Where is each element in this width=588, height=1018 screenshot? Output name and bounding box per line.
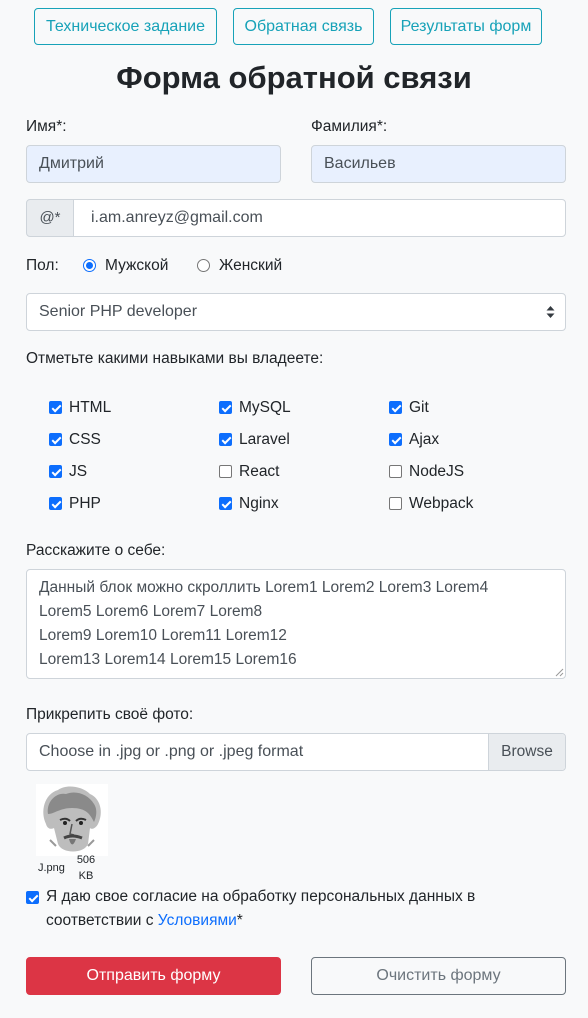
clear-button[interactable]: Очистить форму [311,957,566,995]
skill-php-label[interactable]: PHP [69,495,101,513]
consent-checkbox[interactable] [26,891,39,904]
photo-label: Прикрепить своё фото: [26,706,194,723]
skill-css-label[interactable]: CSS [69,431,101,449]
about-line: Lorem9 Lorem10 Lorem11 Lorem12 [39,627,287,644]
about-line: Lorem13 Lorem14 Lorem15 Lorem16 [39,651,297,668]
photo-file-input[interactable]: Choose in .jpg or .png or .jpeg format B… [26,733,566,771]
skill-git-label[interactable]: Git [409,399,429,417]
first-name-label: Имя*: [26,118,67,135]
about-textarea[interactable]: Данный блок можно скроллить Lorem1 Lorem… [26,569,566,679]
gender-male-label[interactable]: Мужской [105,257,168,275]
photo-file-name: J.png [38,862,65,874]
skill-react-checkbox[interactable] [219,465,232,478]
skill-php-checkbox[interactable] [49,497,62,510]
skill-webpack-label[interactable]: Webpack [409,495,473,513]
skill-nginx-label[interactable]: Nginx [239,495,279,513]
resize-grip-icon[interactable] [554,667,564,677]
last-name-input[interactable]: Васильев [311,145,566,183]
skill-webpack-checkbox[interactable] [389,497,402,510]
first-name-input[interactable]: Дмитрий [26,145,281,183]
about-line: Данный блок можно скроллить Lorem1 Lorem… [39,579,489,596]
gender-label: Пол: [26,257,59,274]
skill-html-label[interactable]: HTML [69,399,111,417]
terms-link[interactable]: Условиями [158,912,237,929]
skill-nginx-checkbox[interactable] [219,497,232,510]
skill-git-checkbox[interactable] [389,401,402,414]
skill-react-label[interactable]: React [239,463,280,481]
skill-laravel-label[interactable]: Laravel [239,431,290,449]
skill-ajax-label[interactable]: Ajax [409,431,439,449]
position-select-value: Senior PHP developer [39,303,198,320]
about-line: Lorem5 Lorem6 Lorem7 Lorem8 [39,603,263,620]
skill-css-checkbox[interactable] [49,433,62,446]
submit-button[interactable]: Отправить форму [26,957,281,995]
feedback-button[interactable]: Обратная связь [233,8,374,45]
results-button[interactable]: Результаты форм [390,8,542,45]
email-prepend: @* [26,199,74,237]
skill-ajax-checkbox[interactable] [389,433,402,446]
photo-placeholder: Choose in .jpg or .png or .jpeg format [39,743,304,760]
skill-html-checkbox[interactable] [49,401,62,414]
email-field[interactable]: i.am.anreyz@gmail.com [73,199,566,237]
gender-male-radio[interactable] [83,259,96,272]
skill-nodejs-label[interactable]: NodeJS [409,463,464,481]
skill-js-checkbox[interactable] [49,465,62,478]
skill-nodejs-checkbox[interactable] [389,465,402,478]
about-label: Расскажите о себе: [26,542,166,559]
browse-button[interactable]: Browse [488,734,565,770]
photo-file-size: 506 KB [76,854,96,882]
skills-label: Отметьте какими навыками вы владеете: [26,350,324,367]
last-name-label: Фамилия*: [311,118,388,135]
skill-mysql-checkbox[interactable] [219,401,232,414]
skill-laravel-checkbox[interactable] [219,433,232,446]
page-title: Форма обратной связи [116,60,472,95]
gender-female-radio[interactable] [197,259,210,272]
skill-mysql-label[interactable]: MySQL [239,399,291,417]
gender-female-label[interactable]: Женский [219,257,282,275]
position-select[interactable]: Senior PHP developer [26,293,566,331]
top-nav: Техническое задание Обратная связь Резул… [0,8,588,46]
consent-text: Я даю свое согласие на обработку персона… [46,888,476,929]
photo-thumbnail [36,784,108,856]
spec-button[interactable]: Техническое задание [34,8,217,45]
skill-js-label[interactable]: JS [69,463,87,481]
